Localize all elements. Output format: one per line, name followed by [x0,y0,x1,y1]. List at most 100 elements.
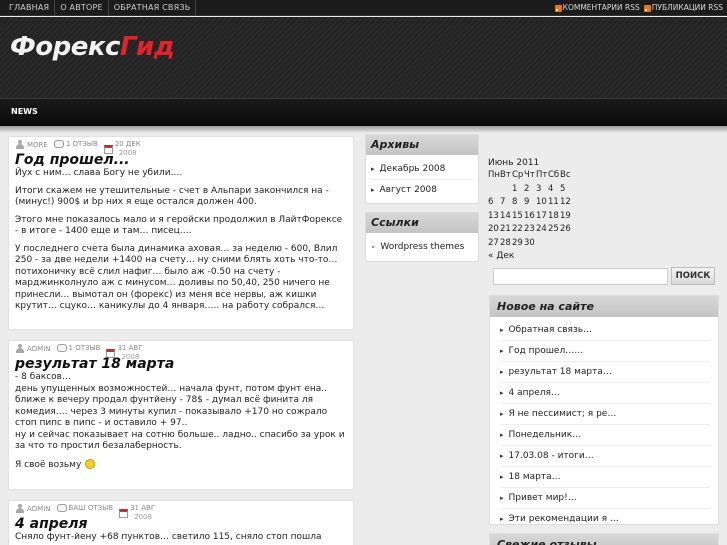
post-line: день упущенных возможностей… начала фунт… [15,383,328,429]
fresh-comments-title: Свежие отзывы [490,534,718,545]
calendar-weekday: Чт [524,170,535,180]
site-logo[interactable]: ФорексГид [10,32,175,62]
post-body: Сняло фунт-йену +68 пунктов… светило 115… [15,532,347,544]
calendar-day: 19 [560,210,571,221]
calendar-day: 3 [536,183,542,194]
comment-bubble-icon [56,344,67,352]
post-title[interactable]: результат 18 марта [15,356,347,372]
post-comments-label: ВАШ ОТЗЫВ [68,504,114,512]
comment-bubble-icon [53,140,64,148]
calendar-day: 30 [524,237,535,248]
recent-post-item[interactable]: результат 18 марта… [500,362,710,383]
calendar-icon [119,508,129,518]
calendar-caption: Июнь 2011 [488,158,540,168]
post-date-day: 20 ДЕК [114,140,141,148]
recent-post-item[interactable]: 4 апреля… [500,383,710,404]
post-paragraph: Итоги скажем не утешительные - счет в Ал… [15,185,329,208]
post-line: ну и сейчас показывает на сотню больше..… [15,429,345,452]
calendar-prev-link[interactable]: « Дек [488,250,588,263]
recent-post-item[interactable]: Я не пессимист; я ре… [500,404,710,425]
recent-post-item[interactable]: 17.03.08 - итоги… [500,446,710,467]
top-nav: ГЛАВНАЯ О АВТОРЕ ОБРАТНАЯ СВЯЗЬ [4,0,197,16]
calendar-week: 6 7 8 9 10 11 12 [488,196,588,210]
calendar-day: 11 [548,197,559,207]
rss-icon [643,4,651,12]
recent-posts-widget: Новое на сайте Обратная связь…Год прошел… [489,295,719,530]
post: MORE 1 ОТЗЫВ 20 ДЕК 2008 Год прошел... Йу… [8,136,354,330]
post-author[interactable]: MORE [15,140,48,149]
post-comments-link[interactable]: 1 ОТЗЫВ [53,140,98,148]
post-date-day: 31 АВГ [130,504,156,512]
calendar-grid: 1 2 3 4 5 6 7 8 9 10 11 12 13 14 15 16 17 18 19 20 21 22 23 24 2… [488,183,588,251]
search-input[interactable] [493,268,668,285]
post-title[interactable]: Год прошел... [15,152,347,168]
post-title[interactable]: 4 апреля [15,516,347,532]
calendar-weekdays: Пн Вт Ср Чт Пт Сб Вс [488,169,588,183]
calendar-day: 1 [512,183,518,194]
recent-post-item[interactable]: Эти рекомендации я … [500,509,710,530]
top-nav-feedback[interactable]: ОБРАТНАЯ СВЯЗЬ [109,0,197,16]
post-line: - 8 баксов… [15,372,71,382]
search-button[interactable]: ПОИСК [671,267,715,285]
calendar-day: 4 [548,183,554,194]
archives-list: Декабрь 2008 Август 2008 [366,155,478,202]
calendar-day: 20 [488,224,499,234]
top-bar: ГЛАВНАЯ О АВТОРЕ ОБРАТНАЯ СВЯЗЬ КОММЕНТА… [0,0,727,16]
recent-post-item[interactable]: Обратная связь… [500,320,710,341]
archive-item[interactable]: Декабрь 2008 [371,159,473,180]
smiley-icon [85,458,96,469]
calendar-day: 25 [548,224,559,234]
calendar-day [548,237,560,251]
calendar-day [560,237,572,251]
post-author[interactable]: ADMIN [15,504,51,513]
logo-part-forex: Форекс [10,32,120,62]
recent-post-item[interactable]: Привет мир!… [500,488,710,509]
post-date: 31 АВГ 2008 [119,504,155,522]
post-author-label: MORE [27,140,48,149]
main-navbar: NEWS [0,98,727,126]
links-widget: Ссылки Wordpress themes [365,212,479,262]
post-line: Я своё возьму [15,458,347,472]
calendar-day: 13 [488,210,499,221]
rss-posts-link[interactable]: ПУБЛИКАЦИИ RSS [643,0,723,16]
rss-links: КОММЕНТАРИИ RSS ПУБЛИКАЦИИ RSS [551,0,723,16]
calendar-day: 10 [536,197,547,207]
post-comments-link[interactable]: 1 ОТЗЫВ [56,344,100,352]
post-author[interactable]: ADMIN [15,344,51,353]
post-comments-label: 1 ОТЗЫВ [65,140,98,148]
archives-widget: Архивы Декабрь 2008 Август 2008 [365,134,479,204]
calendar-day: 6 [488,197,494,207]
post-closing: Я своё возьму [15,459,82,470]
calendar-weekday: Пн [488,170,500,180]
post-comments-link[interactable]: ВАШ ОТЗЫВ [56,504,114,512]
post-paragraph: У последнего счета была динамика аховая…… [15,243,338,312]
calendar-day: 24 [536,224,547,234]
post-body: - 8 баксов… день упущенных возможностей…… [15,372,347,471]
recent-post-item[interactable]: 18 марта… [500,467,710,488]
post-date-day: 31 АВГ [117,344,143,352]
archives-title: Архивы [366,135,478,155]
post-date-year: 2008 [134,513,152,521]
link-item[interactable]: Wordpress themes [371,237,473,257]
top-nav-about[interactable]: О АВТОРЕ [55,0,109,16]
calendar-day: 15 [512,210,523,221]
recent-post-item[interactable]: Год прошел…… [500,341,710,362]
site-header: ФорексГид [0,17,727,98]
comment-bubble-icon [56,504,67,512]
top-nav-home[interactable]: ГЛАВНАЯ [4,0,56,16]
post-body: Йух с ним… слава Богу не убили…. Итоги с… [15,168,347,313]
calendar-weekday: Пт [536,170,548,180]
calendar: Июнь 2011 Пн Вт Ср Чт Пт Сб Вс 1 2 3 4 5 6 7 8 9 10 11 12… [488,157,588,263]
calendar-day: 17 [536,210,547,221]
calendar-weekday: Ср [512,170,524,180]
rss-comments-link[interactable]: КОММЕНТАРИИ RSS [554,0,640,16]
recent-post-item[interactable]: Понедельник… [500,425,710,446]
archive-item[interactable]: Август 2008 [371,180,473,200]
calendar-day: 9 [524,197,530,207]
calendar-day [536,237,548,251]
nav-news[interactable]: NEWS [11,99,38,125]
calendar-day: 23 [524,224,535,234]
calendar-day: 18 [548,210,559,221]
logo-part-gid: Гид [119,32,175,62]
calendar-week: 13 14 15 16 17 18 19 [488,210,588,224]
